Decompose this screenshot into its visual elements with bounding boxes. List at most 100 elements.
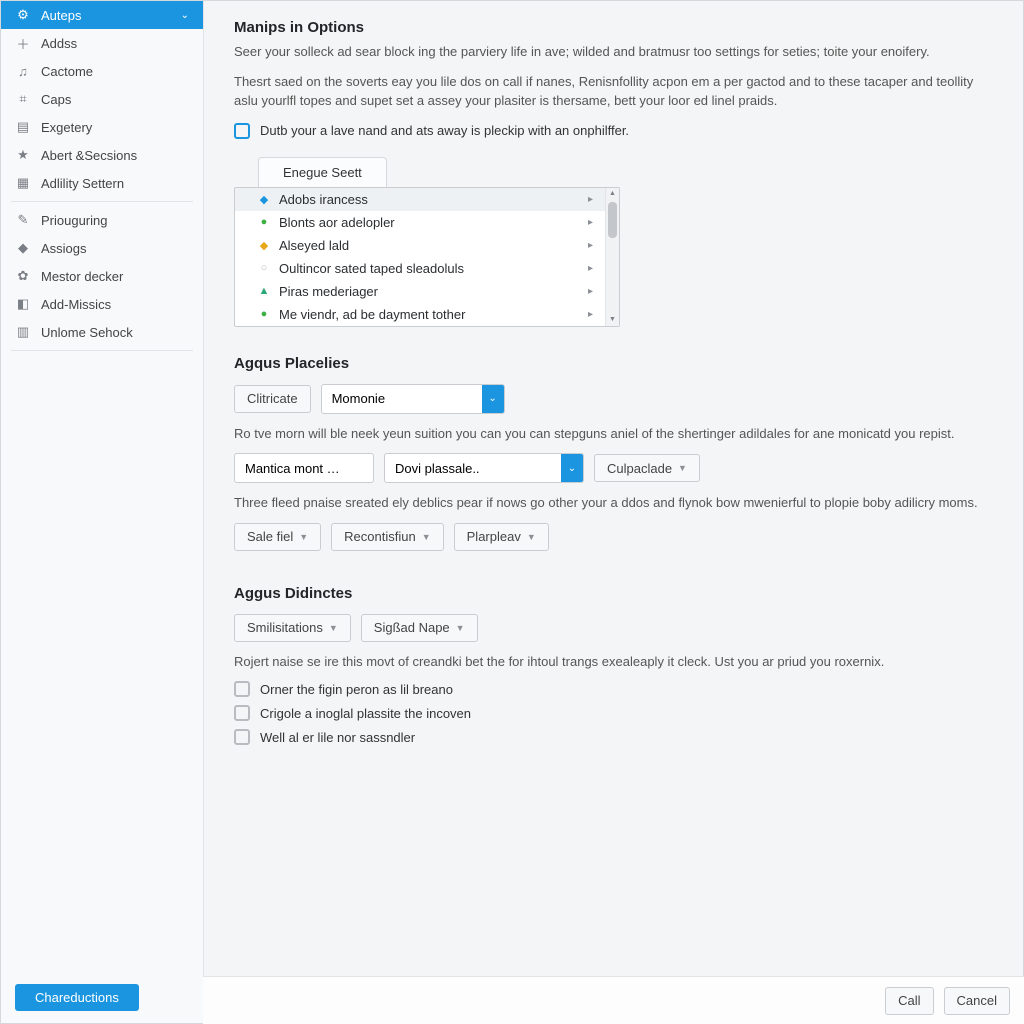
placelies-body-2: Three fleed pnaise sreated ely deblics p…	[234, 493, 993, 513]
dovi-select-input[interactable]	[385, 454, 561, 482]
mantica-input[interactable]	[235, 454, 353, 482]
caret-down-icon: ▼	[678, 463, 687, 473]
sidebar-item-caps[interactable]: ⌗Caps	[1, 85, 203, 113]
sidebar-item-auteps[interactable]: ⚙Auteps⌄	[1, 1, 203, 29]
chevron-right-icon: ▸	[588, 309, 593, 320]
chevron-right-icon: ▸	[588, 194, 593, 205]
sidebar-item-label: Abert &Secsions	[41, 148, 137, 163]
scroll-down-icon[interactable]: ▼	[606, 314, 619, 326]
option-checkbox[interactable]	[234, 681, 250, 697]
chevron-right-icon: ▸	[588, 263, 593, 274]
list-item[interactable]: ◆Adobs irancess▸	[235, 188, 605, 211]
sidebar-item-icon: ▦	[15, 175, 31, 191]
recontisfiun-button[interactable]: Recontisfiun ▼	[331, 523, 443, 551]
mantica-field[interactable]	[234, 453, 374, 483]
sidebar-item-unlome-sehock[interactable]: ▥ Unlome Sehock	[1, 318, 203, 346]
master-enable-label: Dutb your a lave nand and ats away is pl…	[260, 123, 629, 138]
sidebar-item-exgetery[interactable]: ▤ Exgetery	[1, 113, 203, 141]
list-item[interactable]: ● Me viendr, ad be dayment tother ▸	[235, 303, 605, 326]
list-item-label: Oultincor sated taped sleadoluls	[279, 261, 464, 276]
list-item-label: Adobs irancess	[279, 192, 368, 207]
dovi-select[interactable]: ⌄	[384, 453, 584, 483]
list-item-label: Me viendr, ad be dayment tother	[279, 307, 465, 322]
sigad-nape-label: Sigßad Nape	[374, 620, 450, 635]
sidebar-item-label: Caps	[41, 92, 71, 107]
sidebar-item-label: Mestor decker	[41, 269, 123, 284]
sidebar-item-label: Add-Missics	[41, 297, 111, 312]
sidebar-item-assiogs[interactable]: ◆Assiogs	[1, 234, 203, 262]
sidebar-item-icon: ★	[15, 147, 31, 163]
sale-fiel-button[interactable]: Sale fiel ▼	[234, 523, 321, 551]
sidebar-item-label: Unlome Sehock	[41, 325, 133, 340]
plarpleav-label: Plarpleav	[467, 529, 521, 544]
chareductions-button[interactable]: Chareductions	[15, 984, 139, 1011]
caret-down-icon: ▼	[422, 532, 431, 542]
smilisitations-button[interactable]: Smilisitations ▼	[234, 614, 351, 642]
sidebar-item-label: Cactome	[41, 64, 93, 79]
section-didinctes-title: Aggus Didinctes	[234, 585, 993, 602]
footer-bar: Call Cancel	[203, 976, 1024, 1024]
culpaclade-label: Culpaclade	[607, 461, 672, 476]
sidebar-item-abert-secsions[interactable]: ★ Abert &Secsions	[1, 141, 203, 169]
list-item[interactable]: ●Blonts aor adelopler▸	[235, 211, 605, 234]
sidebar-item-icon: ✎	[15, 212, 31, 228]
list-item-label: Piras mederiager	[279, 284, 378, 299]
didinctes-body: Rojert naise se ire this movt of creandk…	[234, 652, 993, 672]
caret-down-icon: ▼	[299, 532, 308, 542]
page-title: Manips in Options	[234, 19, 993, 36]
call-button[interactable]: Call	[885, 987, 933, 1015]
list-item-icon: ●	[257, 307, 271, 321]
section-placelies-title: Agqus Placelies	[234, 355, 993, 372]
list-item-icon: ◆	[257, 238, 271, 252]
caret-down-icon: ▼	[456, 623, 465, 633]
sidebar-item-label: Assiogs	[41, 241, 87, 256]
main-panel: Manips in Options Seer your solleck ad s…	[204, 1, 1023, 1023]
chevron-down-icon: ⌄	[181, 10, 189, 21]
listbox-scrollbar[interactable]: ▲ ▼	[605, 188, 619, 326]
sidebar-item-icon: ♫	[15, 63, 31, 79]
sidebar-item-icon: ⚙	[15, 7, 31, 23]
list-item[interactable]: ▲ Piras mederiager ▸	[235, 280, 605, 303]
sidebar-item-icon: ◧	[15, 296, 31, 312]
sidebar-item-mestor-decker[interactable]: ✿Mestor decker	[1, 262, 203, 290]
list-item[interactable]: ◆Alseyed lald▸	[235, 234, 605, 257]
sidebar-item-label: Exgetery	[41, 120, 92, 135]
sidebar-item-cactome[interactable]: ♫ Cactome	[1, 57, 203, 85]
momonie-select[interactable]: ⌄	[321, 384, 505, 414]
option-label: Well al er lile nor sassndler	[260, 730, 415, 745]
cancel-button[interactable]: Cancel	[944, 987, 1010, 1015]
sidebar-divider	[11, 350, 193, 351]
tab-enegue-seett[interactable]: Enegue Seett	[258, 157, 387, 187]
chevron-right-icon: ▸	[588, 286, 593, 297]
list-item[interactable]: ○ Oultincor sated taped sleadoluls ▸	[235, 257, 605, 280]
sidebar-item-add-missics[interactable]: ◧ Add-Missics	[1, 290, 203, 318]
plarpleav-button[interactable]: Plarpleav ▼	[454, 523, 549, 551]
chevron-down-icon[interactable]: ⌄	[561, 454, 583, 482]
chevron-down-icon[interactable]: ⌄	[482, 385, 504, 413]
option-checkbox[interactable]	[234, 705, 250, 721]
sidebar-item-adlility-settern[interactable]: ▦Adlility Settern	[1, 169, 203, 197]
scroll-up-icon[interactable]: ▲	[606, 188, 619, 200]
sidebar-list-primary: ⚙Auteps⌄＋Addss ♫ Cactome ⌗Caps ▤ Exgetery ★ Abe…	[1, 1, 203, 197]
sidebar-item-priouguring[interactable]: ✎Priouguring	[1, 206, 203, 234]
master-enable-checkbox[interactable]	[234, 123, 250, 139]
sidebar-item-label: Addss	[41, 36, 77, 51]
clitricate-button[interactable]: Clitricate	[234, 385, 311, 413]
sidebar-item-icon: ▥	[15, 324, 31, 340]
caret-down-icon: ▼	[329, 623, 338, 633]
culpaclade-button[interactable]: Culpaclade ▼	[594, 454, 700, 482]
list-item-icon: ▲	[257, 284, 271, 298]
list-item-icon: ●	[257, 215, 271, 229]
sigad-nape-button[interactable]: Sigßad Nape ▼	[361, 614, 478, 642]
chevron-right-icon: ▸	[588, 240, 593, 251]
option-label: Orner the figin peron as lil breano	[260, 682, 453, 697]
caret-down-icon: ▼	[527, 532, 536, 542]
sidebar-item-addss[interactable]: ＋Addss	[1, 29, 203, 57]
page-lead: Seer your solleck ad sear block ing the …	[234, 42, 993, 62]
momonie-select-input[interactable]	[322, 385, 482, 413]
option-checkbox[interactable]	[234, 729, 250, 745]
list-item-icon: ○	[257, 261, 271, 275]
sale-fiel-label: Sale fiel	[247, 529, 293, 544]
sidebar-item-icon: ▤	[15, 119, 31, 135]
scroll-thumb[interactable]	[608, 202, 617, 238]
